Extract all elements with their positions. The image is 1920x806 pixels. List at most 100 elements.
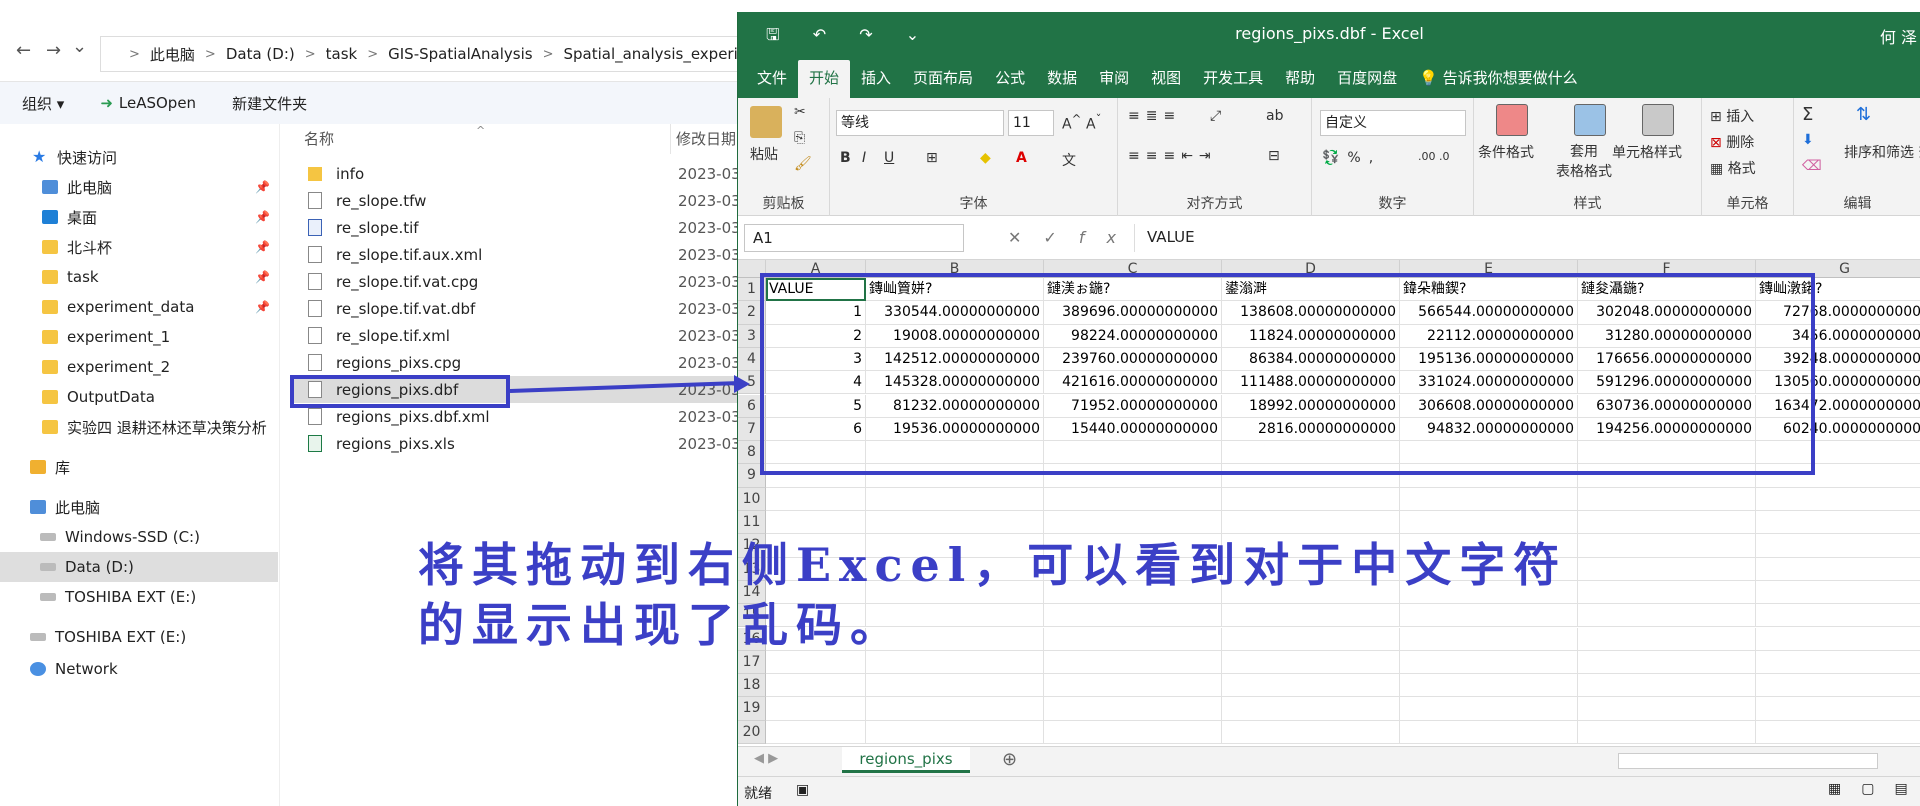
nav-output-data[interactable]: OutputData [0,382,278,412]
sheet-nav-arrows-icon[interactable]: ◀ ▶ [754,751,778,766]
nav-experiment-2[interactable]: experiment_2 [0,352,278,382]
empty-cell[interactable] [1756,674,1920,698]
empty-cell[interactable] [1578,720,1756,744]
empty-cell[interactable] [1756,628,1920,651]
delete-cells-button[interactable]: ⊠ 删除 [1710,132,1754,152]
empty-cell[interactable] [1578,511,1756,535]
empty-cell[interactable] [1222,697,1400,721]
empty-cell[interactable] [866,674,1044,698]
empty-cell[interactable] [1756,534,1920,558]
breadcrumb-item[interactable]: Spatial_analysis_experiments [563,45,740,63]
tell-me-search[interactable]: 💡 告诉我你想要做什么 [1408,60,1588,98]
empty-cell[interactable] [1756,558,1920,581]
empty-cell[interactable] [1222,674,1400,698]
formula-buttons[interactable]: ✕✓fx [1008,228,1138,247]
file-row[interactable]: regions_pixs.cpg 2023-03 [290,349,740,376]
organize-button[interactable]: 组织 ▾ [22,93,64,114]
nav-task[interactable]: task 📌 [0,262,278,292]
shrink-font-icon[interactable]: Aˇ [1086,112,1101,133]
font-size-select[interactable]: 11 [1008,110,1054,136]
wrap-text-icon[interactable]: ab [1266,108,1283,124]
empty-cell[interactable] [1756,581,1920,605]
font-color-icon[interactable]: A [1016,150,1027,166]
forward-arrow-icon[interactable]: → [46,40,61,61]
tab-view[interactable]: 视图 [1140,60,1192,98]
decimal-icons[interactable]: .00 .0 [1418,150,1450,163]
vertical-align-icons[interactable]: ≡≣≡ [1128,108,1181,124]
row-header[interactable]: 11 [738,511,766,535]
tab-developer[interactable]: 开发工具 [1192,60,1274,98]
borders-icon[interactable]: ⊞ [926,150,938,166]
empty-cell[interactable] [1756,721,1920,744]
nav-beidou[interactable]: 北斗杯 📌 [0,232,278,262]
nav-experiment-1[interactable]: experiment_1 [0,322,278,352]
empty-cell[interactable] [1578,697,1756,721]
row-header[interactable]: 19 [738,697,766,721]
cut-icon[interactable]: ✂ [794,104,806,120]
tab-review[interactable]: 审阅 [1088,60,1140,98]
tab-baidu-netdisk[interactable]: 百度网盘 [1326,60,1408,98]
empty-cell[interactable] [1222,487,1400,511]
leasopen-button[interactable]: ➜ LeASOpen [100,94,196,112]
underline-button[interactable]: U [884,150,894,166]
format-cells-button[interactable]: ▦ 格式 [1710,158,1756,178]
empty-cell[interactable] [1756,697,1920,721]
nav-this-pc[interactable]: 此电脑 [0,492,278,522]
view-mode-icons[interactable]: ▦▢▤ [1828,781,1920,797]
empty-cell[interactable] [866,487,1044,511]
phonetic-icon[interactable]: 文 [1062,150,1076,170]
empty-cell[interactable] [1400,674,1578,698]
name-box[interactable]: A1 [744,224,964,252]
conditional-format-button[interactable]: 条件格式 [1478,142,1534,162]
file-row[interactable]: regions_pixs.xls 2023-03 [290,430,740,457]
nav-toshiba-e-root[interactable]: TOSHIBA EXT (E:) [0,622,278,652]
empty-cell[interactable] [1578,674,1756,698]
format-painter-icon[interactable]: 🖌 [794,156,812,172]
add-sheet-icon[interactable]: ⊕ [1002,749,1017,770]
orientation-icon[interactable]: ⤢ [1210,108,1221,124]
empty-cell[interactable] [1222,720,1400,744]
empty-cell[interactable] [1578,487,1756,511]
copy-icon[interactable]: ⎘ [794,130,805,146]
breadcrumb[interactable]: > 此电脑 > Data (D:) > task > GIS-SpatialAn… [100,36,740,72]
fill-icon[interactable]: ⬇ [1802,132,1814,148]
empty-cell[interactable] [1400,487,1578,511]
file-row[interactable]: re_slope.tfw 2023-03 [290,187,740,214]
empty-cell[interactable] [1400,511,1578,535]
nav-exp4[interactable]: 实验四 退耕还林还草决策分析 [0,412,278,442]
empty-cell[interactable] [1044,674,1222,698]
empty-cell[interactable] [1756,488,1920,511]
macro-record-icon[interactable]: ▣ [796,782,809,798]
file-row[interactable]: re_slope.tif.xml 2023-03 [290,322,740,349]
sheet-tab[interactable]: regions_pixs [842,747,970,773]
breadcrumb-item[interactable]: task [326,45,358,63]
tab-page-layout[interactable]: 页面布局 [902,60,984,98]
empty-cell[interactable] [866,720,1044,744]
empty-cell[interactable] [1756,511,1920,535]
clear-icon[interactable]: ⌫ [1802,158,1822,174]
row-header[interactable]: 10 [738,487,766,511]
tab-file[interactable]: 文件 [746,60,798,98]
user-name[interactable]: 何 泽 [1880,24,1917,48]
number-format-select[interactable]: 自定义 [1320,110,1466,136]
tab-home[interactable]: 开始 [798,60,851,98]
empty-cell[interactable] [766,487,866,511]
font-name-select[interactable]: 等线 [836,110,1004,136]
fill-color-icon[interactable]: ◆ [980,150,991,166]
grow-font-icon[interactable]: A^ [1062,112,1081,133]
tab-help[interactable]: 帮助 [1274,60,1326,98]
breadcrumb-item[interactable]: Data (D:) [226,45,295,63]
nav-experiment-data[interactable]: experiment_data 📌 [0,292,278,322]
cell-styles-button[interactable]: 单元格样式 [1612,142,1682,162]
empty-cell[interactable] [766,697,866,721]
horizontal-align-icons[interactable]: ≡≡≡⇤⇥ [1128,148,1217,164]
empty-cell[interactable] [1400,720,1578,744]
recent-dropdown-icon[interactable]: ⌄ [72,36,87,57]
number-format-icons[interactable]: 💱%, [1322,150,1381,166]
nav-toshiba-e[interactable]: TOSHIBA EXT (E:) [0,582,278,612]
column-header-modified[interactable]: 修改日期 [676,128,736,149]
file-row[interactable]: re_slope.tif.aux.xml 2023-03 [290,241,740,268]
column-header-name[interactable]: 名称 [304,128,334,149]
italic-button[interactable]: I [862,150,866,166]
empty-cell[interactable] [766,720,866,744]
